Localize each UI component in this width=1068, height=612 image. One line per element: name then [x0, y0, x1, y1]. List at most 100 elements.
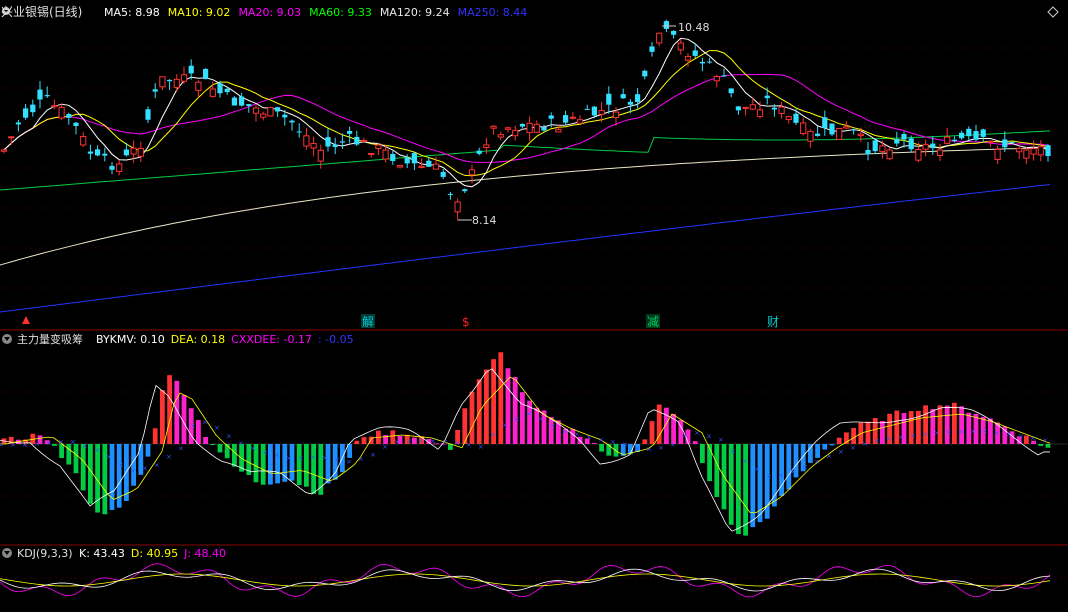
up-arrow-icon[interactable] — [22, 316, 30, 324]
candle-body-down[interactable] — [440, 172, 446, 177]
candle-body-down[interactable] — [426, 160, 432, 167]
candle-body-up[interactable] — [677, 42, 684, 51]
candle-body-down[interactable] — [548, 115, 554, 119]
candle-body-up[interactable] — [807, 130, 814, 142]
candle-body-up[interactable] — [317, 149, 324, 162]
candle-body-down[interactable] — [908, 138, 914, 150]
candle-body-up[interactable] — [51, 105, 58, 108]
candle-body-down[interactable] — [325, 137, 331, 147]
candle-body-down[interactable] — [282, 114, 288, 118]
candle-body-down[interactable] — [606, 93, 612, 105]
candle-body-up[interactable] — [310, 143, 317, 149]
candle-body-up[interactable] — [756, 109, 764, 117]
candle-body-down[interactable] — [642, 70, 648, 77]
candle-body-down[interactable] — [584, 108, 590, 110]
candle-body-down[interactable] — [102, 153, 108, 156]
candle-body-up[interactable] — [58, 106, 65, 119]
candle-body-down[interactable] — [239, 96, 245, 106]
candle-body-down[interactable] — [692, 50, 698, 56]
candle-body-down[interactable] — [231, 97, 237, 106]
candle-body-down[interactable] — [707, 61, 713, 63]
candle-body-up[interactable] — [490, 125, 497, 129]
candle-body-up[interactable] — [1037, 146, 1044, 156]
marker-cai[interactable]: 财 — [767, 315, 779, 329]
candle-body-up[interactable] — [836, 127, 843, 140]
candle-body-up[interactable] — [533, 123, 540, 133]
candle-body-up[interactable] — [137, 147, 144, 157]
candle-body-up[interactable] — [8, 136, 15, 139]
candle-body-up[interactable] — [555, 128, 562, 133]
candle-body-down[interactable] — [95, 149, 101, 156]
candle-body-up[interactable] — [936, 149, 944, 156]
candle-body-up[interactable] — [375, 144, 382, 150]
candle-body-up[interactable] — [526, 122, 533, 134]
candle-body-down[interactable] — [390, 153, 396, 162]
chart-canvas[interactable]: 10.48 8.14 解 $ 减 财 × × × × × × ×××××× × ×××× ××××… — [0, 0, 1068, 612]
candle-body-up[interactable] — [785, 116, 792, 121]
candle-body-up[interactable] — [612, 111, 620, 119]
candle-body-up[interactable] — [886, 149, 893, 160]
candle-body-down[interactable] — [275, 107, 281, 112]
candle-body-down[interactable] — [152, 89, 158, 92]
candle-body-up[interactable] — [1023, 149, 1030, 159]
candle-body-down[interactable] — [635, 94, 641, 103]
candle-body-down[interactable] — [591, 106, 597, 116]
candle-body-up[interactable] — [512, 129, 519, 137]
candle-body-up[interactable] — [749, 104, 756, 110]
candle-body-down[interactable] — [519, 123, 525, 127]
candle-body-down[interactable] — [23, 108, 29, 118]
candle-body-down[interactable] — [815, 133, 821, 136]
candle-body-down[interactable] — [37, 89, 43, 100]
candle-body-up[interactable] — [684, 55, 692, 61]
diamond-icon[interactable] — [1047, 6, 1059, 18]
candle-body-up[interactable] — [432, 163, 440, 170]
candle-body-down[interactable] — [296, 131, 302, 133]
candle-body-down[interactable] — [865, 149, 871, 155]
candle-body-down[interactable] — [188, 65, 194, 74]
candle-body-down[interactable] — [951, 139, 957, 142]
marker-jie[interactable]: 解 — [362, 315, 374, 329]
candle-body-down[interactable] — [771, 107, 777, 110]
candle-body-up[interactable] — [1016, 147, 1023, 153]
candle-body-up[interactable] — [267, 107, 274, 117]
candle-body-up[interactable] — [497, 134, 504, 138]
candle-body-down[interactable] — [901, 133, 907, 140]
candle-body-up[interactable] — [778, 106, 785, 114]
candle-body-down[interactable] — [563, 115, 569, 123]
candle-body-up[interactable] — [598, 110, 605, 115]
candle-body-down[interactable] — [404, 157, 410, 164]
candle-body-down[interactable] — [930, 143, 936, 149]
candle-body-down[interactable] — [87, 151, 93, 154]
candle-body-down[interactable] — [224, 88, 230, 93]
candle-body-up[interactable] — [252, 107, 260, 114]
candle-body-up[interactable] — [857, 133, 864, 137]
candle-body-up[interactable] — [180, 74, 188, 82]
candle-body-up[interactable] — [987, 140, 994, 143]
candle-body-down[interactable] — [476, 150, 482, 154]
candle-body-up[interactable] — [800, 122, 807, 134]
candle-body-down[interactable] — [217, 83, 223, 94]
candle-body-up[interactable] — [396, 165, 404, 168]
candle-body-up[interactable] — [116, 163, 123, 172]
candle-body-down[interactable] — [872, 140, 878, 152]
candle-body-down[interactable] — [246, 104, 252, 106]
candle-body-down[interactable] — [145, 109, 151, 120]
candle-body-up[interactable] — [303, 135, 310, 147]
candle-body-up[interactable] — [80, 136, 87, 146]
candle-body-down[interactable] — [764, 95, 770, 99]
candle-body-down[interactable] — [167, 79, 173, 82]
candle-body-down[interactable] — [894, 139, 900, 144]
candle-body-up[interactable] — [504, 127, 512, 130]
candle-body-down[interactable] — [15, 122, 21, 125]
candle-body-down[interactable] — [649, 46, 655, 52]
candle-body-down[interactable] — [203, 68, 209, 80]
candle-body-up[interactable] — [656, 32, 663, 44]
marker-dollar[interactable]: $ — [462, 315, 470, 329]
candle-body-down[interactable] — [73, 122, 79, 127]
candle-body-down[interactable] — [728, 88, 734, 94]
candle-body-down[interactable] — [699, 61, 705, 64]
candle-body-up[interactable] — [0, 149, 8, 152]
candle-body-up[interactable] — [742, 106, 749, 109]
candle-body-down[interactable] — [347, 130, 353, 134]
candle-body-up[interactable] — [922, 144, 929, 150]
